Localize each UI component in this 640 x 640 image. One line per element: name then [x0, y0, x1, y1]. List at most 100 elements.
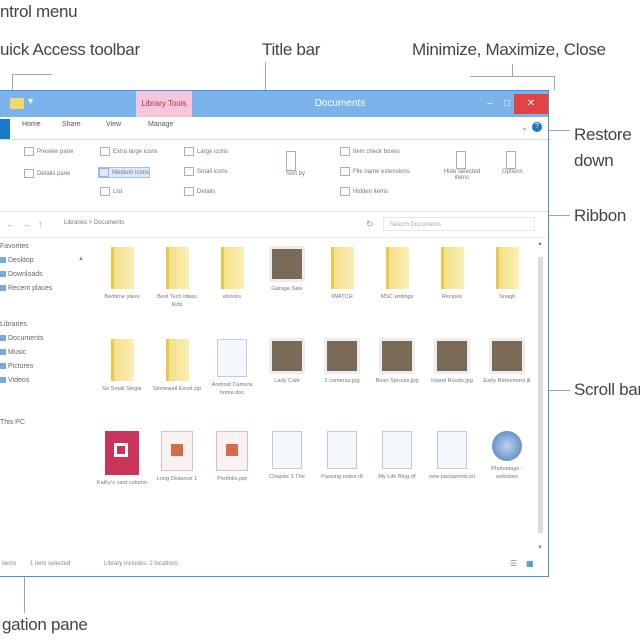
contextual-tab-library-tools[interactable]: Library Tools — [136, 91, 192, 117]
forward-arrow-icon[interactable]: → — [22, 219, 31, 229]
file-name: Garage Sale — [271, 286, 303, 292]
file-item[interactable]: Lady Cafe — [261, 339, 313, 385]
file-item[interactable]: Long Distance 1 — [151, 431, 203, 483]
file-item[interactable]: Kathy's card column — [96, 431, 148, 487]
leader-line — [12, 74, 52, 75]
file-name: Long Distance 1 — [156, 476, 198, 482]
photo-icon — [435, 339, 469, 373]
folder-icon — [495, 247, 519, 289]
up-arrow-icon[interactable]: ↑ — [38, 219, 43, 229]
status-selected: 1 item selected — [30, 561, 71, 567]
photo-icon — [490, 339, 524, 373]
ppt-icon — [161, 431, 193, 471]
chevron-down-icon[interactable]: ⌄ — [521, 123, 528, 132]
refresh-icon[interactable]: ↻ — [366, 219, 374, 230]
help-icon[interactable]: ? — [532, 122, 542, 132]
vertical-scrollbar[interactable]: ▲ ▼ — [536, 241, 545, 551]
file-tab[interactable] — [0, 119, 10, 139]
file-item[interactable]: Best Tech Ideas Kids — [151, 247, 203, 309]
preview-pane-button[interactable]: Preview pane — [24, 147, 73, 156]
file-item[interactable]: Android Camera home.doc — [206, 339, 258, 397]
file-item[interactable]: Stonewall Excel.zip — [151, 339, 203, 393]
sort-by-button[interactable]: Sort by — [286, 151, 305, 177]
explorer-window: ▾ Library Tools Documents – □ ✕ Home Sha… — [0, 90, 549, 577]
leader-line — [554, 76, 555, 90]
nav-item-libraries[interactable]: Libraries — [0, 321, 27, 328]
scrollbar-thumb[interactable] — [538, 257, 543, 533]
nav-item-documents[interactable]: Documents — [0, 335, 43, 342]
tab-view[interactable]: View — [106, 121, 121, 128]
tab-home[interactable]: Home — [22, 121, 41, 128]
details-view-icon[interactable]: ☰ — [510, 559, 517, 568]
file-item[interactable]: new passwords.txt — [426, 431, 478, 481]
hide-selected-items-button[interactable]: Hide selected items — [440, 151, 484, 181]
file-name: new passwords.txt — [428, 474, 475, 480]
options-button[interactable]: Options — [502, 151, 523, 175]
chevron-up-icon[interactable]: ▲ — [78, 256, 84, 262]
file-item[interactable]: Snagit — [481, 247, 533, 301]
small-icons-option[interactable]: Small icons — [184, 167, 228, 176]
large-icons-option[interactable]: Large icons — [184, 147, 228, 156]
quick-access-toolbar[interactable]: ▾ — [0, 96, 40, 112]
hidden-items-toggle[interactable]: Hidden items — [340, 187, 388, 196]
file-item[interactable]: Island Roads.jpg — [426, 339, 478, 385]
file-name: Lady Cafe — [274, 378, 300, 384]
folder-icon[interactable] — [10, 98, 24, 109]
file-item[interactable]: 2 cameras.jpg — [316, 339, 368, 385]
file-item[interactable]: Passing notes.rtf — [316, 431, 368, 481]
nav-item-pictures[interactable]: Pictures — [0, 363, 33, 370]
file-item[interactable]: Garage Sale — [261, 247, 313, 293]
file-name: ebooks — [222, 294, 242, 300]
medium-icons-option[interactable]: Medium icons — [98, 167, 151, 178]
details-pane-button[interactable]: Details pane — [24, 169, 70, 178]
breadcrumb[interactable]: Libraries > Documents — [64, 220, 124, 226]
search-input[interactable]: Search Documents — [383, 217, 535, 231]
folder-icon — [110, 247, 134, 289]
file-item[interactable]: Chapter 1 The — [261, 431, 313, 481]
minimize-button[interactable]: – — [480, 94, 500, 114]
leader-line — [470, 76, 554, 77]
file-item[interactable]: Bean Sprouts.jpg — [371, 339, 423, 385]
file-name: 2 cameras.jpg — [324, 378, 360, 384]
file-item[interactable]: Photostage - websites — [481, 431, 533, 481]
list-option[interactable]: List — [100, 187, 122, 196]
file-item[interactable]: IWATCH — [316, 247, 368, 301]
nav-item-music[interactable]: Music — [0, 349, 26, 356]
status-bar: items 1 item selected Library includes: … — [0, 557, 548, 575]
chevron-up-icon[interactable]: ▲ — [537, 241, 543, 247]
nav-item-this-pc[interactable]: This PC — [0, 419, 25, 426]
chevron-down-icon[interactable]: ▼ — [537, 545, 543, 551]
file-item[interactable]: My Life Blog.rtf — [371, 431, 423, 481]
file-item[interactable]: So Small Single — [96, 339, 148, 393]
ribbon-tabs: Home Share View Manage ⌄ ? — [0, 117, 548, 140]
nav-item-videos[interactable]: Videos — [0, 377, 29, 384]
folder-icon — [220, 247, 244, 289]
nav-pane-scrollbar[interactable]: ▲ — [78, 247, 84, 547]
extra-large-icons-option[interactable]: Extra large icons — [100, 147, 158, 156]
large-icons-view-icon[interactable]: ▦ — [526, 559, 534, 568]
file-item[interactable]: Recipes — [426, 247, 478, 301]
file-item[interactable]: ebooks — [206, 247, 258, 301]
back-arrow-icon[interactable]: ← — [6, 219, 15, 229]
nav-item-recent-places[interactable]: Recent places — [0, 285, 52, 292]
nav-item-desktop[interactable]: Desktop — [0, 257, 34, 264]
file-item[interactable]: Early Retirement.jk — [481, 339, 533, 385]
leader-line — [12, 74, 13, 90]
details-option[interactable]: Details — [184, 187, 215, 196]
callout-ribbon: Ribbon — [574, 206, 627, 225]
file-item[interactable]: MSC writings — [371, 247, 423, 301]
item-check-boxes-toggle[interactable]: Item check boxes — [340, 147, 400, 156]
file-name: Chapter 1 The — [269, 474, 305, 480]
tab-share[interactable]: Share — [62, 121, 81, 128]
title-bar[interactable]: ▾ Library Tools Documents – □ ✕ — [0, 91, 548, 117]
chevron-down-icon[interactable]: ▾ — [28, 96, 33, 107]
file-name-extensions-toggle[interactable]: File name extensions — [340, 167, 410, 176]
nav-item-favorites[interactable]: Favorites — [0, 243, 29, 250]
file-item[interactable]: Portfolio.ppt — [206, 431, 258, 483]
navigation-pane: Favorites Desktop Downloads Recent place… — [0, 241, 90, 551]
file-name: Island Roads.jpg — [431, 378, 473, 384]
tab-manage[interactable]: Manage — [148, 121, 173, 128]
close-button[interactable]: ✕ — [514, 94, 548, 114]
nav-item-downloads[interactable]: Downloads — [0, 271, 43, 278]
file-item[interactable]: Bedtime jokes — [96, 247, 148, 301]
